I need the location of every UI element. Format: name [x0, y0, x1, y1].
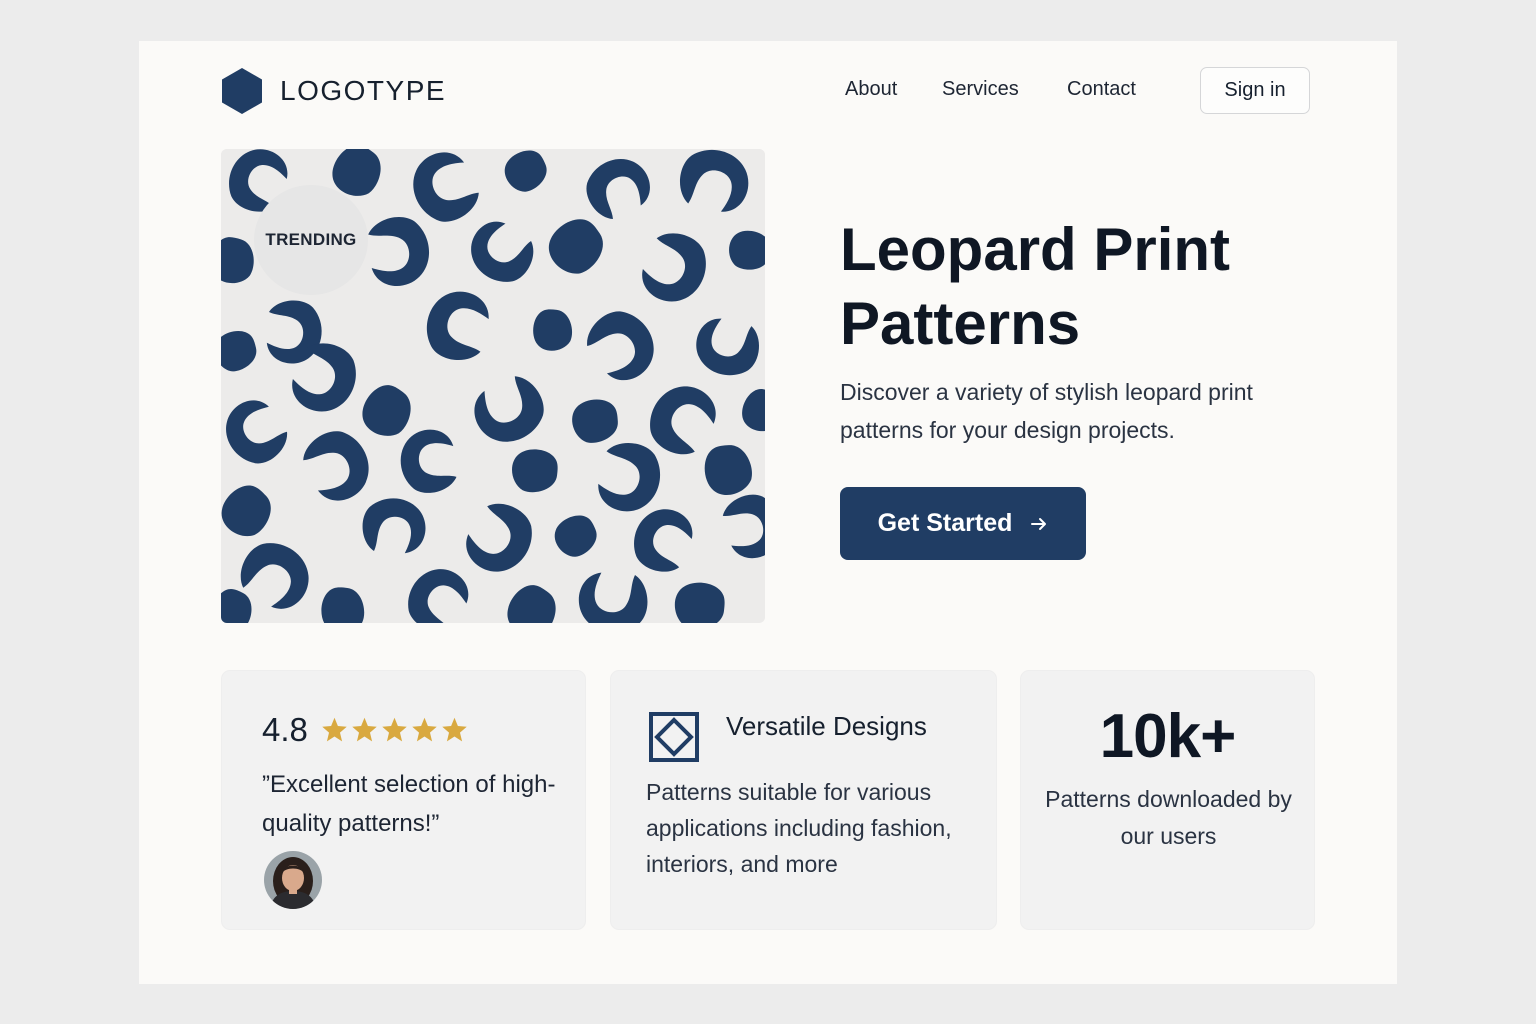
feature-card: Versatile Designs Patterns suitable for … — [610, 670, 997, 930]
sign-in-button[interactable]: Sign in — [1200, 67, 1310, 114]
rating-value: 4.8 — [262, 711, 308, 748]
avatar — [264, 851, 322, 909]
feature-title: Versatile Designs — [726, 711, 927, 741]
leopard-pattern-image: TRENDING — [221, 149, 765, 623]
landing-page: LOGOTYPE About Services Contact Sign in — [139, 41, 1397, 984]
hexagon-icon — [222, 68, 262, 114]
get-started-label: Get Started — [877, 509, 1013, 537]
nav-link-services[interactable]: Services — [942, 78, 1019, 101]
download-count-label: Patterns downloaded by our users — [1045, 786, 1292, 849]
feature-description: Patterns suitable for various applicatio… — [646, 779, 952, 877]
review-card: 4.8 ”Excellent selection of high-quality… — [221, 670, 586, 930]
diamond-frame-icon — [649, 712, 699, 762]
nav-link-about[interactable]: About — [845, 78, 897, 101]
trending-badge: TRENDING — [254, 185, 368, 295]
hero-subtitle: Discover a variety of stylish leopard pr… — [840, 379, 1253, 443]
review-quote: ”Excellent selection of high-quality pat… — [262, 771, 556, 837]
logo-text: LOGOTYPE — [280, 75, 447, 106]
rating-row: 4.8 — [262, 711, 470, 749]
star-icon — [442, 717, 467, 742]
download-count: 10k+ — [1099, 702, 1237, 771]
arrow-right-icon — [1031, 517, 1047, 530]
star-icon — [352, 717, 377, 742]
hero-title: Leopard Print Patterns — [840, 216, 1231, 357]
logo[interactable]: LOGOTYPE — [221, 67, 446, 115]
star-icon — [412, 717, 437, 742]
nav-link-contact[interactable]: Contact — [1067, 78, 1136, 101]
star-icon — [322, 717, 347, 742]
get-started-button[interactable]: Get Started — [840, 487, 1086, 560]
star-icon — [382, 717, 407, 742]
star-rating — [320, 716, 470, 744]
stat-card: 10k+ Patterns downloaded by our users — [1020, 670, 1315, 930]
